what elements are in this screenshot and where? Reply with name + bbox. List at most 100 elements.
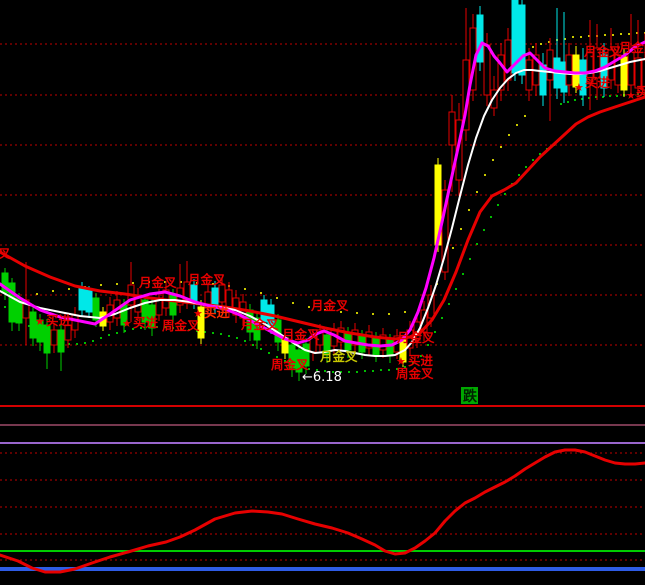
yellow-dot xyxy=(580,36,582,38)
green-dot xyxy=(268,352,270,354)
signal-label: 叉 xyxy=(0,246,11,261)
green-dot xyxy=(560,103,562,105)
green-dot xyxy=(455,288,457,290)
green-dot xyxy=(84,342,86,344)
yellow-dot xyxy=(604,34,606,36)
signal-label: 月金叉 xyxy=(618,40,645,55)
green-dot xyxy=(252,344,254,346)
yellow-dot xyxy=(508,134,510,136)
green-dot xyxy=(609,95,611,97)
green-dot xyxy=(220,333,222,335)
yellow-dot xyxy=(572,36,574,38)
signal-label: 买进 xyxy=(204,305,230,320)
yellow-dot xyxy=(460,228,462,230)
green-dot xyxy=(532,159,534,161)
price-tag: ←6.18 xyxy=(302,370,342,385)
signal-label: 月金叉 xyxy=(310,298,349,313)
green-dot xyxy=(356,371,358,373)
yellow-dot xyxy=(468,209,470,211)
yellow-dot xyxy=(476,191,478,193)
yellow-dot xyxy=(52,290,54,292)
candle-body xyxy=(72,315,78,330)
signal-label: 买进 xyxy=(133,315,159,330)
green-dot xyxy=(372,370,374,372)
green-dot xyxy=(348,371,350,373)
candle-body xyxy=(566,55,572,85)
yellow-dot xyxy=(516,124,518,126)
green-dot xyxy=(116,332,118,334)
yellow-dot xyxy=(308,306,310,308)
buy-star-icon: ★ xyxy=(626,89,636,102)
yellow-dot xyxy=(372,313,374,315)
yellow-dot xyxy=(452,247,454,249)
candle-body xyxy=(79,287,85,310)
green-dot xyxy=(260,348,262,350)
signal-label: 买进 xyxy=(636,84,645,99)
signal-label: 月金叉 xyxy=(281,327,320,342)
green-dot xyxy=(518,174,520,176)
green-dot xyxy=(448,303,450,305)
candle-body xyxy=(51,330,57,345)
green-dot xyxy=(228,335,230,337)
green-dot xyxy=(469,258,471,260)
yellow-dot xyxy=(276,297,278,299)
signal-label: 月金叉 xyxy=(396,330,435,345)
yellow-dot xyxy=(356,312,358,314)
signal-label: 周金叉 xyxy=(162,318,200,333)
signal-label: 买进 xyxy=(46,313,72,328)
yellow-dot xyxy=(532,46,534,48)
stock-chart-svg: ★★★★★★叉月金叉月金叉周金叉买进买进买进月金叉月金叉月金叉月金叉周金叉月金叉… xyxy=(0,0,645,585)
buy-star-icon: ★ xyxy=(122,317,132,330)
candle-body xyxy=(477,15,483,62)
green-dot xyxy=(108,334,110,336)
green-dot xyxy=(574,99,576,101)
yellow-dot xyxy=(116,283,118,285)
candle-body xyxy=(387,340,393,356)
yellow-dot xyxy=(292,302,294,304)
candle-body xyxy=(519,5,525,75)
buy-star-icon: ★ xyxy=(574,81,584,94)
green-dot xyxy=(380,369,382,371)
yellow-dot xyxy=(404,311,406,313)
yellow-dot xyxy=(524,115,526,117)
green-dot xyxy=(100,337,102,339)
green-dot xyxy=(236,337,238,339)
candle-body xyxy=(526,60,532,90)
yellow-dot xyxy=(484,174,486,176)
green-dot xyxy=(497,204,499,206)
yellow-dot xyxy=(260,292,262,294)
yellow-dot xyxy=(620,33,622,35)
candle-body xyxy=(86,290,92,312)
yellow-dot xyxy=(36,293,38,295)
candle-body xyxy=(621,57,627,90)
green-dot xyxy=(92,340,94,342)
signal-label: 月金叉 xyxy=(187,272,226,287)
yellow-dot xyxy=(500,146,502,148)
candle-body xyxy=(547,50,553,80)
yellow-dot xyxy=(540,43,542,45)
yellow-dot xyxy=(628,33,630,35)
green-dot xyxy=(483,229,485,231)
green-dot xyxy=(212,332,214,334)
yellow-dot xyxy=(68,288,70,290)
green-dot xyxy=(476,243,478,245)
green-dot xyxy=(441,317,443,319)
green-dot xyxy=(462,273,464,275)
green-dot xyxy=(388,369,390,371)
signal-label: 月金叉 xyxy=(319,349,358,364)
green-dot xyxy=(4,306,6,308)
candle-body xyxy=(484,45,490,95)
green-dot xyxy=(504,193,506,195)
candle-body xyxy=(505,40,511,80)
candle-body xyxy=(331,330,337,346)
buy-star-icon: ★ xyxy=(35,315,45,328)
signal-label: 月金叉 xyxy=(138,275,177,290)
candle-body xyxy=(170,295,176,315)
yellow-dot xyxy=(492,159,494,161)
green-dot xyxy=(567,101,569,103)
signal-label: 月金叉 xyxy=(240,317,279,332)
green-dot xyxy=(76,343,78,345)
yellow-dot xyxy=(132,282,134,284)
signal-label: 月金叉 xyxy=(583,44,622,59)
signal-label: 周金叉 xyxy=(396,366,434,381)
